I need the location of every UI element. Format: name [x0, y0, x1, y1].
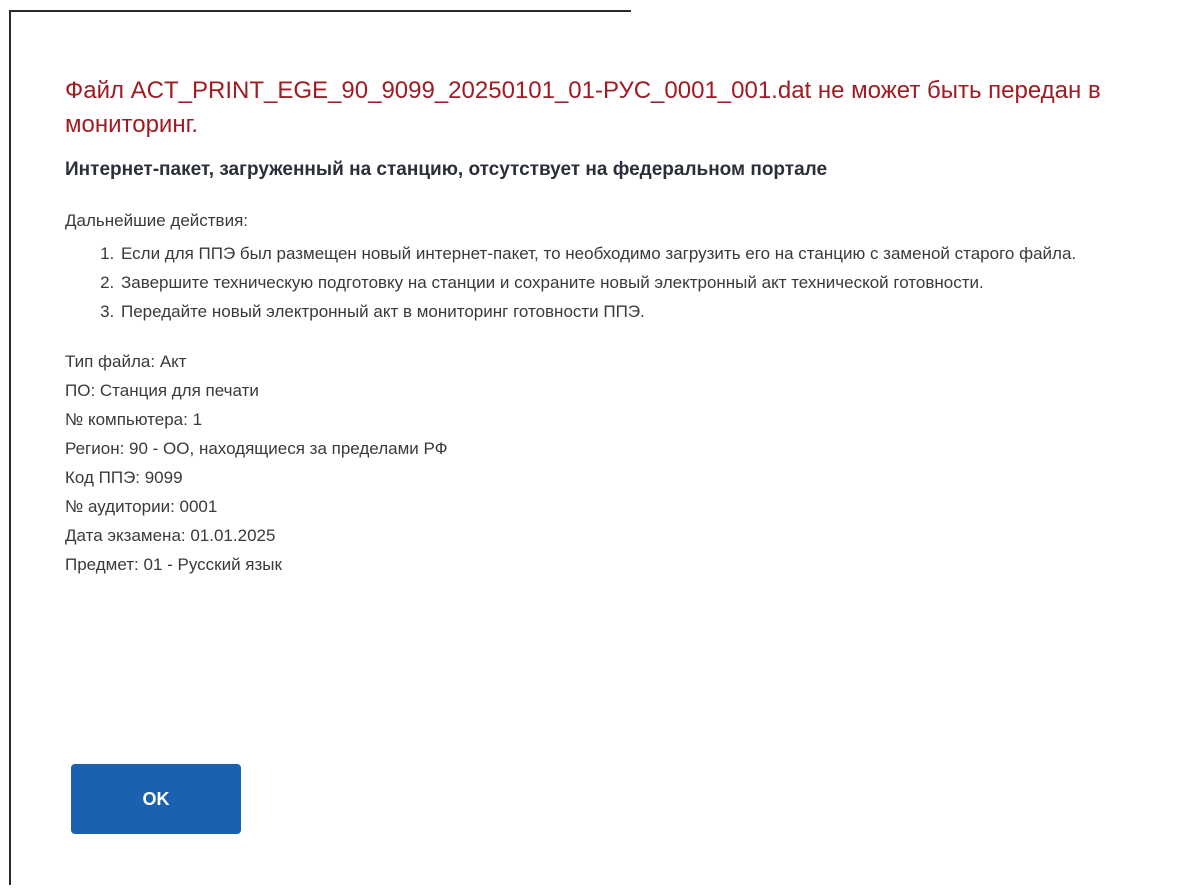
- next-steps-label: Дальнейшие действия:: [65, 211, 249, 230]
- file-info: Тип файла: Акт ПО: Станция для печати № …: [65, 347, 1145, 579]
- step-item: Передайте новый электронный акт в монито…: [119, 297, 1145, 326]
- error-title: Файл ACT_PRINT_EGE_90_9099_20250101_01-Р…: [65, 77, 1101, 138]
- ok-button[interactable]: OK: [71, 764, 241, 834]
- dialog-edge-highlight: [631, 10, 1187, 12]
- error-dialog: Файл ACT_PRINT_EGE_90_9099_20250101_01-Р…: [9, 10, 1187, 885]
- error-subtitle: Интернет-пакет, загруженный на станцию, …: [65, 159, 828, 180]
- info-software: ПО: Станция для печати: [65, 381, 259, 400]
- dialog-content: Файл ACT_PRINT_EGE_90_9099_20250101_01-Р…: [65, 74, 1145, 579]
- info-auditorium-number: № аудитории: 0001: [65, 497, 218, 516]
- info-exam-date: Дата экзамена: 01.01.2025: [65, 526, 276, 545]
- info-region: Регион: 90 - ОО, находящиеся за пределам…: [65, 439, 448, 458]
- step-item: Если для ППЭ был размещен новый интернет…: [119, 239, 1145, 268]
- info-subject: Предмет: 01 - Русский язык: [65, 555, 282, 574]
- step-item: Завершите техническую подготовку на стан…: [119, 268, 1145, 297]
- info-ppe-code: Код ППЭ: 9099: [65, 468, 183, 487]
- next-steps-list: Если для ППЭ был размещен новый интернет…: [65, 239, 1145, 326]
- info-computer-number: № компьютера: 1: [65, 410, 203, 429]
- info-file-type: Тип файла: Акт: [65, 352, 187, 371]
